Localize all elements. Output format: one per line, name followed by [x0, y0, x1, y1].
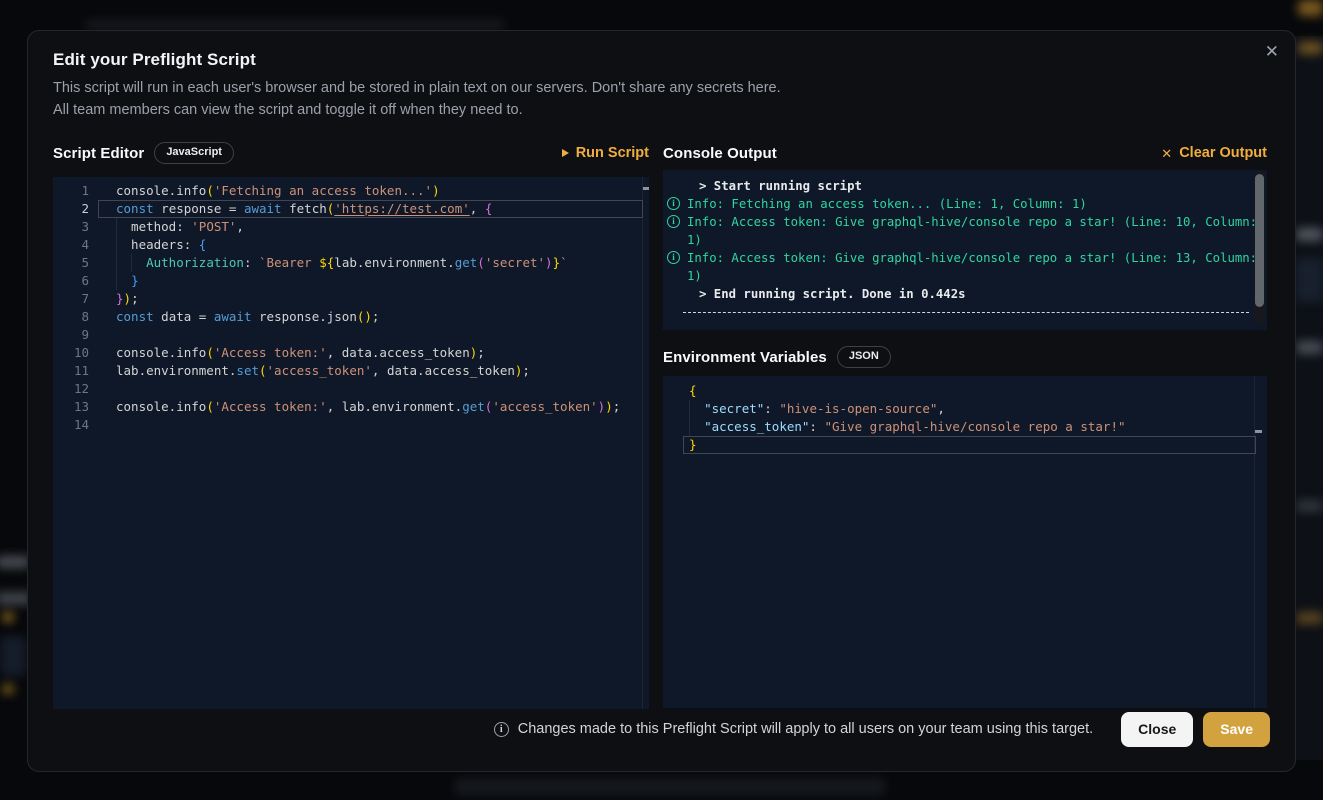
code-line[interactable]: 7}); — [53, 290, 649, 308]
clear-output-label: Clear Output — [1179, 145, 1267, 161]
background-blur — [2, 684, 14, 694]
save-button[interactable]: Save — [1203, 712, 1270, 748]
line-number: 10 — [53, 344, 89, 362]
footer-notice-text: Changes made to this Preflight Script wi… — [518, 721, 1093, 737]
background-blur — [1296, 500, 1323, 512]
line-number: 9 — [53, 326, 89, 344]
indent-guide — [131, 254, 132, 272]
indent-guide — [116, 272, 117, 290]
indent-guide — [116, 236, 117, 254]
code-line[interactable]: 13console.info('Access token:', lab.envi… — [53, 398, 649, 416]
modal-footer: i Changes made to this Preflight Script … — [494, 712, 1270, 748]
script-code-editor[interactable]: 1console.info('Fetching an access token.… — [53, 177, 649, 709]
code-line[interactable]: 14 — [53, 416, 649, 434]
line-number: 6 — [53, 272, 89, 290]
background-blur — [1296, 341, 1323, 354]
code-line[interactable]: "secret": "hive-is-open-source", — [663, 400, 1267, 418]
code-line[interactable]: 1console.info('Fetching an access token.… — [53, 182, 649, 200]
code-line[interactable]: 4 headers: { — [53, 236, 649, 254]
background-blur — [1296, 258, 1323, 302]
background-blur — [1296, 228, 1323, 241]
console-line-log: > Start running script — [687, 177, 1265, 195]
script-editor-panel: Script Editor JavaScript Run Script 1con… — [53, 138, 649, 709]
console-output-title: Console Output — [663, 145, 777, 162]
modal-title: Edit your Preflight Script — [53, 50, 256, 70]
footer-notice: i Changes made to this Preflight Script … — [494, 721, 1093, 737]
indent-guide — [116, 218, 117, 236]
console-line-info: iInfo: Access token: Give graphql-hive/c… — [687, 213, 1265, 249]
language-badge-javascript: JavaScript — [154, 142, 234, 163]
line-number: 4 — [53, 236, 89, 254]
language-badge-json: JSON — [837, 346, 891, 367]
script-editor-title: Script Editor — [53, 145, 144, 162]
line-number: 11 — [53, 362, 89, 380]
clear-output-button[interactable]: ✕ Clear Output — [1161, 145, 1267, 161]
code-line[interactable]: 5 Authorization: `Bearer ${lab.environme… — [53, 254, 649, 272]
page-background: ✕ Edit your Preflight Script This script… — [0, 0, 1323, 800]
console-separator — [683, 312, 1249, 313]
background-blur — [1298, 42, 1323, 54]
info-icon: i — [494, 722, 509, 737]
environment-variables-title: Environment Variables — [663, 349, 827, 366]
code-line[interactable]: { — [663, 382, 1267, 400]
background-blur — [455, 778, 885, 796]
line-number: 14 — [53, 416, 89, 434]
info-icon: i — [667, 197, 680, 210]
indent-guide — [689, 400, 690, 418]
line-number: 12 — [53, 380, 89, 398]
code-line[interactable]: } — [663, 436, 1267, 454]
background-blur — [1296, 612, 1323, 624]
info-icon: i — [667, 215, 680, 228]
background-blur — [1298, 0, 1323, 16]
line-number: 7 — [53, 290, 89, 308]
console-line-info: iInfo: Access token: Give graphql-hive/c… — [687, 249, 1265, 285]
close-button[interactable]: Close — [1121, 712, 1193, 748]
code-line[interactable]: 12 — [53, 380, 649, 398]
modal-description-line: This script will run in each user's brow… — [53, 77, 781, 99]
background-blur — [2, 612, 14, 622]
console-line-info: iInfo: Fetching an access token... (Line… — [687, 195, 1265, 213]
line-number: 1 — [53, 182, 89, 200]
line-number: 3 — [53, 218, 89, 236]
run-script-label: Run Script — [576, 145, 649, 161]
run-script-button[interactable]: Run Script — [562, 145, 649, 161]
background-blur — [85, 20, 505, 30]
code-line[interactable]: 11lab.environment.set('access_token', da… — [53, 362, 649, 380]
console-line-log: > End running script. Done in 0.442s — [687, 285, 1265, 303]
clear-icon: ✕ — [1161, 147, 1172, 160]
indent-guide — [116, 254, 117, 272]
play-icon — [562, 149, 569, 157]
info-icon: i — [667, 251, 680, 264]
code-line[interactable]: 2const response = await fetch('https://t… — [53, 200, 649, 218]
code-line[interactable]: 3 method: 'POST', — [53, 218, 649, 236]
console-output[interactable]: > Start running scriptiInfo: Fetching an… — [663, 170, 1267, 330]
code-line[interactable]: 9 — [53, 326, 649, 344]
code-line[interactable]: "access_token": "Give graphql-hive/conso… — [663, 418, 1267, 436]
environment-variables-editor[interactable]: { "secret": "hive-is-open-source", "acce… — [663, 376, 1267, 708]
code-line[interactable]: 6 } — [53, 272, 649, 290]
line-number: 8 — [53, 308, 89, 326]
code-line[interactable]: 10console.info('Access token:', data.acc… — [53, 344, 649, 362]
line-number: 13 — [53, 398, 89, 416]
background-blur — [1294, 36, 1323, 760]
console-panel: Console Output ✕ Clear Output > Start ru… — [663, 138, 1267, 708]
indent-guide — [689, 418, 690, 436]
preflight-script-modal: ✕ Edit your Preflight Script This script… — [27, 30, 1296, 772]
background-blur — [0, 636, 26, 676]
line-number: 2 — [53, 200, 89, 218]
modal-description: This script will run in each user's brow… — [53, 77, 781, 121]
line-number: 5 — [53, 254, 89, 272]
close-icon[interactable]: ✕ — [1265, 43, 1279, 60]
modal-description-line: All team members can view the script and… — [53, 99, 781, 121]
background-blur — [0, 556, 30, 568]
code-line[interactable]: 8const data = await response.json(); — [53, 308, 649, 326]
